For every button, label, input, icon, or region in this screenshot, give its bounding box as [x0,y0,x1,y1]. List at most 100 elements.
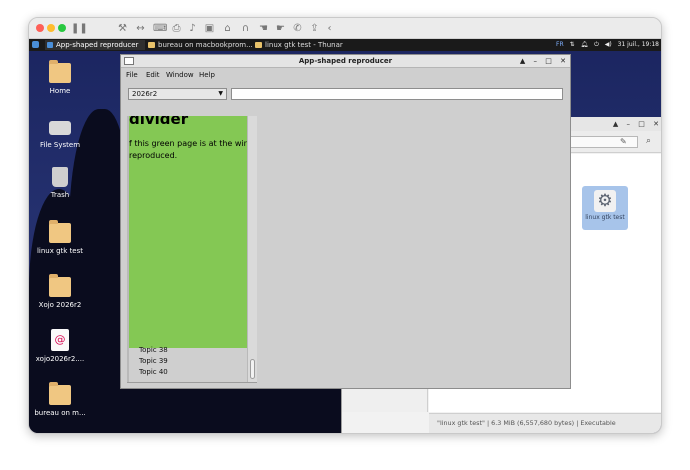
desktop-icon-bureau[interactable]: bureau on m... [29,382,91,417]
green-page-heading: divider [129,116,189,128]
close-button[interactable]: ✕ [653,120,659,128]
top-panel: App-shaped reproducer bureau on macbookp… [29,39,661,51]
shade-button[interactable]: ▲ [613,120,618,128]
folder-icon [49,274,71,297]
window-title: App-shaped reproducer [298,57,393,65]
desktop-icon-label: bureau on m... [34,409,86,417]
taskbar-item-app[interactable]: App-shaped reproducer [45,40,145,50]
green-page: divider f this green page is at the wind… [129,116,255,348]
debian-package-icon: @ [51,329,69,351]
linux-desktop: App-shaped reproducer bureau on macbookp… [29,39,661,433]
share-icon[interactable]: ⇪ [309,23,320,34]
taskbar-item-label: bureau on macbookprom... [158,41,253,49]
trash-icon [52,167,68,187]
bell-icon[interactable]: 🔔︎ [581,41,589,48]
desktop-icon-label: Home [49,87,71,95]
debian-swirl-icon: @ [54,333,66,346]
menu-file[interactable]: File [126,68,138,82]
panel-tray: FR ⇅ 🔔︎ ⏻ ◀) 31 juil., 19:18 [552,39,659,51]
search-icon[interactable]: ⌕ [646,136,651,146]
home-folder-icon [49,60,71,83]
list-item[interactable]: Topic 38 [139,346,168,354]
file-label: linux gtk test [585,214,625,221]
file-item-linux-gtk-test[interactable]: ⚙ linux gtk test [582,186,628,230]
zoom-window-button[interactable] [58,24,66,32]
desktop-icon-label: Xojo 2026r2 [38,301,82,309]
green-page-text: f this green page is at the window repro… [129,138,255,162]
keyboard-layout[interactable]: FR [556,41,564,48]
minimize-button[interactable]: – [534,57,538,65]
version-select[interactable]: 2026r2 ▼ [128,88,227,100]
folder-icon [49,220,71,243]
drive-icon [49,121,71,135]
power-icon[interactable]: ⏻ [594,41,599,48]
minimize-button[interactable]: – [627,120,631,128]
list-scrollbar[interactable] [247,116,257,382]
menu-edit[interactable]: Edit [146,68,160,82]
taskbar-item-thunar[interactable]: linux gtk test - Thunar [254,40,354,50]
taskbar-item-label: App-shaped reproducer [56,41,139,49]
hand-icon[interactable]: ☚ [258,23,269,34]
thunar-window-controls: ▲ – □ ✕ [607,117,659,131]
edit-location-icon[interactable]: ✎ [620,137,627,146]
camera-icon[interactable]: ▣ [204,23,215,34]
desktop-icon-trash[interactable]: Trash [29,167,91,199]
desktop-icon-deb[interactable]: @ xojo2026r2.... [29,329,91,363]
menu-help[interactable]: Help [199,68,215,82]
minimize-window-button[interactable] [47,24,55,32]
maximize-button[interactable]: □ [638,120,645,128]
desktop-icon-xojo[interactable]: Xojo 2026r2 [29,274,91,309]
app-titlebar[interactable]: App-shaped reproducer ▲ – □ ✕ [121,55,570,68]
taskbar-item-label: linux gtk test - Thunar [265,41,343,49]
executable-icon: ⚙ [594,190,616,212]
clock[interactable]: 31 juil., 19:18 [618,41,659,48]
network-folder-icon [49,382,71,405]
desktop-icon-label: xojo2026r2.... [35,355,85,363]
desktop-icon-linux-gtk-test[interactable]: linux gtk test [29,220,91,255]
keyboard-icon[interactable]: ⌨ [153,23,167,34]
topic-list[interactable]: Topic 38 Topic 39 Topic 40 [129,346,247,382]
text-field[interactable] [231,88,563,100]
phone-icon[interactable]: ✆ [292,23,303,34]
menu-bar: File Edit Window Help [121,68,570,82]
list-item[interactable]: Topic 40 [139,368,168,376]
folder-icon [148,42,155,48]
network-icon[interactable]: ⇅ [570,41,575,48]
status-bar: "linux gtk test" | 6.3 MiB (6,557,680 by… [429,413,661,433]
close-button[interactable]: ✕ [560,57,566,65]
app-window: App-shaped reproducer ▲ – □ ✕ File Edit … [120,54,571,389]
volume-icon[interactable]: ♪ [187,23,198,34]
desktop-icon-label: File System [39,141,81,149]
headset-icon[interactable]: ∩ [240,23,251,34]
close-window-button[interactable] [36,24,44,32]
maximize-button[interactable]: □ [545,57,552,65]
app-icon [47,42,53,48]
resize-icon[interactable]: ↔ [135,23,146,34]
whisker-menu-icon[interactable] [32,41,39,48]
green-text-line: f this green page is at the window [129,139,255,148]
desktop-icon-label: Trash [50,191,70,199]
folder-icon [255,42,262,48]
window-controls: ▲ – □ ✕ [514,55,566,68]
taskbar-item-bureau[interactable]: bureau on macbookprom... [147,40,253,50]
printer-icon[interactable]: ⎙ [171,23,182,34]
wrench-icon[interactable]: ⚒ [117,23,128,34]
vm-toolbar: ❚❚ ⚒ ↔ ⌨ ⎙ ♪ ▣ ⌂ ∩ ☚ ☛ ✆ ⇪ ‹ [29,18,661,39]
back-icon[interactable]: ‹ [324,23,335,34]
scrollbar-thumb[interactable] [250,359,255,379]
list-item[interactable]: Topic 39 [139,357,168,365]
caret-down-icon: ▼ [218,90,223,97]
desktop-icon-home[interactable]: Home [29,60,91,95]
list-border [127,382,257,383]
green-text-line: reproduced. [129,151,178,160]
select-value: 2026r2 [132,90,158,98]
pause-icon[interactable]: ❚❚ [71,23,88,34]
desktop-icon-filesystem[interactable]: File System [29,117,91,149]
volume-icon[interactable]: ◀) [605,41,612,48]
menu-window[interactable]: Window [166,68,194,82]
hand-alt-icon[interactable]: ☛ [275,23,286,34]
shade-button[interactable]: ▲ [520,57,525,65]
usb-icon[interactable]: ⌂ [222,23,233,34]
vm-window: ❚❚ ⚒ ↔ ⌨ ⎙ ♪ ▣ ⌂ ∩ ☚ ☛ ✆ ⇪ ‹ App-shaped … [28,17,662,434]
desktop-icon-label: linux gtk test [36,247,84,255]
